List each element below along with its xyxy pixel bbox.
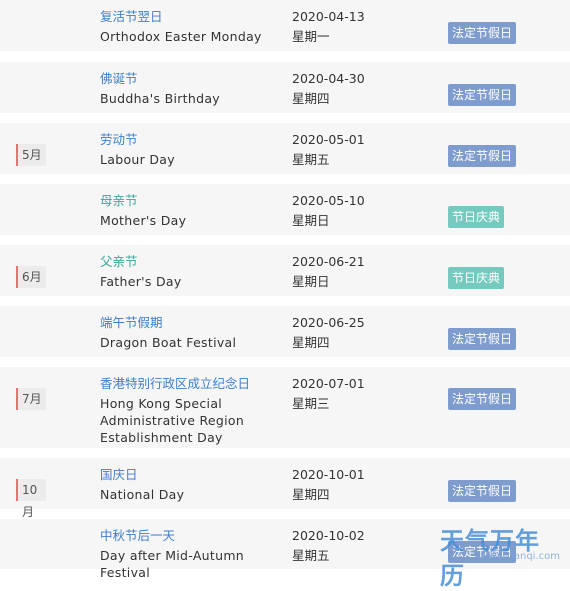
holiday-name-cn-link[interactable]: 劳动节 <box>100 132 138 148</box>
holiday-weekday: 星期五 <box>292 548 330 563</box>
holiday-weekday: 星期五 <box>292 152 330 167</box>
holiday-weekday: 星期四 <box>292 91 330 106</box>
holiday-name-en: Buddha's Birthday <box>100 91 220 106</box>
legal-holiday-badge: 法定节假日 <box>448 388 517 410</box>
holiday-name-en: Day after Mid-Autumn Festival <box>100 548 245 580</box>
holiday-row[interactable]: 佛诞节 Buddha's Birthday 2020-04-30 星期四 法定节假日 <box>0 62 570 113</box>
holiday-date: 2020-07-01 <box>292 376 365 391</box>
holiday-name-en: Mother's Day <box>100 213 187 228</box>
holiday-date: 2020-05-10 <box>292 193 365 208</box>
holiday-row[interactable]: 6月 父亲节 Father's Day 2020-06-21 星期日 节日庆典 <box>0 245 570 296</box>
holiday-name-en: Labour Day <box>100 152 175 167</box>
holiday-name-cn-link[interactable]: 复活节翌日 <box>100 9 163 25</box>
holiday-date: 2020-10-02 <box>292 528 365 543</box>
holiday-row[interactable]: 复活节翌日 Orthodox Easter Monday 2020-04-13 星期一… <box>0 0 570 51</box>
festival-badge: 节日庆典 <box>448 267 505 289</box>
holiday-name-en: Dragon Boat Festival <box>100 335 237 350</box>
holiday-name-cn-link[interactable]: 父亲节 <box>100 254 138 270</box>
holiday-date: 2020-10-01 <box>292 467 365 482</box>
holiday-date: 2020-05-01 <box>292 132 365 147</box>
holiday-name-cn-link[interactable]: 中秋节后一天 <box>100 528 175 544</box>
holiday-weekday: 星期一 <box>292 29 330 44</box>
holiday-name-en: National Day <box>100 487 185 502</box>
holiday-date: 2020-04-13 <box>292 9 365 24</box>
holiday-weekday: 星期日 <box>292 274 330 289</box>
holiday-name-cn-link[interactable]: 端午节假期 <box>100 315 163 331</box>
holiday-row[interactable]: 母亲节 Mother's Day 2020-05-10 星期日 节日庆典 <box>0 184 570 235</box>
holiday-name-en: Hong Kong Special Administrative Region … <box>100 396 245 445</box>
month-marker: 5月 <box>16 144 46 166</box>
holiday-name-cn-link[interactable]: 香港特别行政区成立纪念日 <box>100 376 250 392</box>
holiday-row[interactable]: 端午节假期 Dragon Boat Festival 2020-06-25 星期四 法定… <box>0 306 570 357</box>
month-marker: 7月 <box>16 388 46 410</box>
legal-holiday-badge: 法定节假日 <box>448 22 517 44</box>
legal-holiday-badge: 法定节假日 <box>448 541 517 563</box>
legal-holiday-badge: 法定节假日 <box>448 480 517 502</box>
holiday-date: 2020-06-21 <box>292 254 365 269</box>
month-marker: 6月 <box>16 266 46 288</box>
holiday-weekday: 星期三 <box>292 396 330 411</box>
holiday-date: 2020-06-25 <box>292 315 365 330</box>
legal-holiday-badge: 法定节假日 <box>448 84 517 106</box>
holiday-weekday: 星期日 <box>292 213 330 228</box>
festival-badge: 节日庆典 <box>448 206 505 228</box>
month-marker: 10月 <box>16 479 46 519</box>
holiday-name-en: Orthodox Easter Monday <box>100 29 262 44</box>
holiday-row[interactable]: 5月 劳动节 Labour Day 2020-05-01 星期五 法定节假日 <box>0 123 570 174</box>
holiday-row[interactable]: 中秋节后一天 Day after Mid-Autumn Festival 2020-… <box>0 519 570 580</box>
holiday-name-cn-link[interactable]: 佛诞节 <box>100 71 138 87</box>
legal-holiday-badge: 法定节假日 <box>448 328 517 350</box>
holiday-weekday: 星期四 <box>292 335 330 350</box>
holiday-weekday: 星期四 <box>292 487 330 502</box>
holiday-row[interactable]: 10月 国庆日 National Day 2020-10-01 星期四 法定节假日 <box>0 458 570 519</box>
holiday-date: 2020-04-30 <box>292 71 365 86</box>
holiday-name-cn-link[interactable]: 母亲节 <box>100 193 138 209</box>
holiday-name-en: Father's Day <box>100 274 182 289</box>
legal-holiday-badge: 法定节假日 <box>448 145 517 167</box>
holiday-name-cn-link[interactable]: 国庆日 <box>100 467 138 483</box>
holiday-row[interactable]: 7月 香港特别行政区成立纪念日 Hong Kong Special Administ… <box>0 367 570 448</box>
